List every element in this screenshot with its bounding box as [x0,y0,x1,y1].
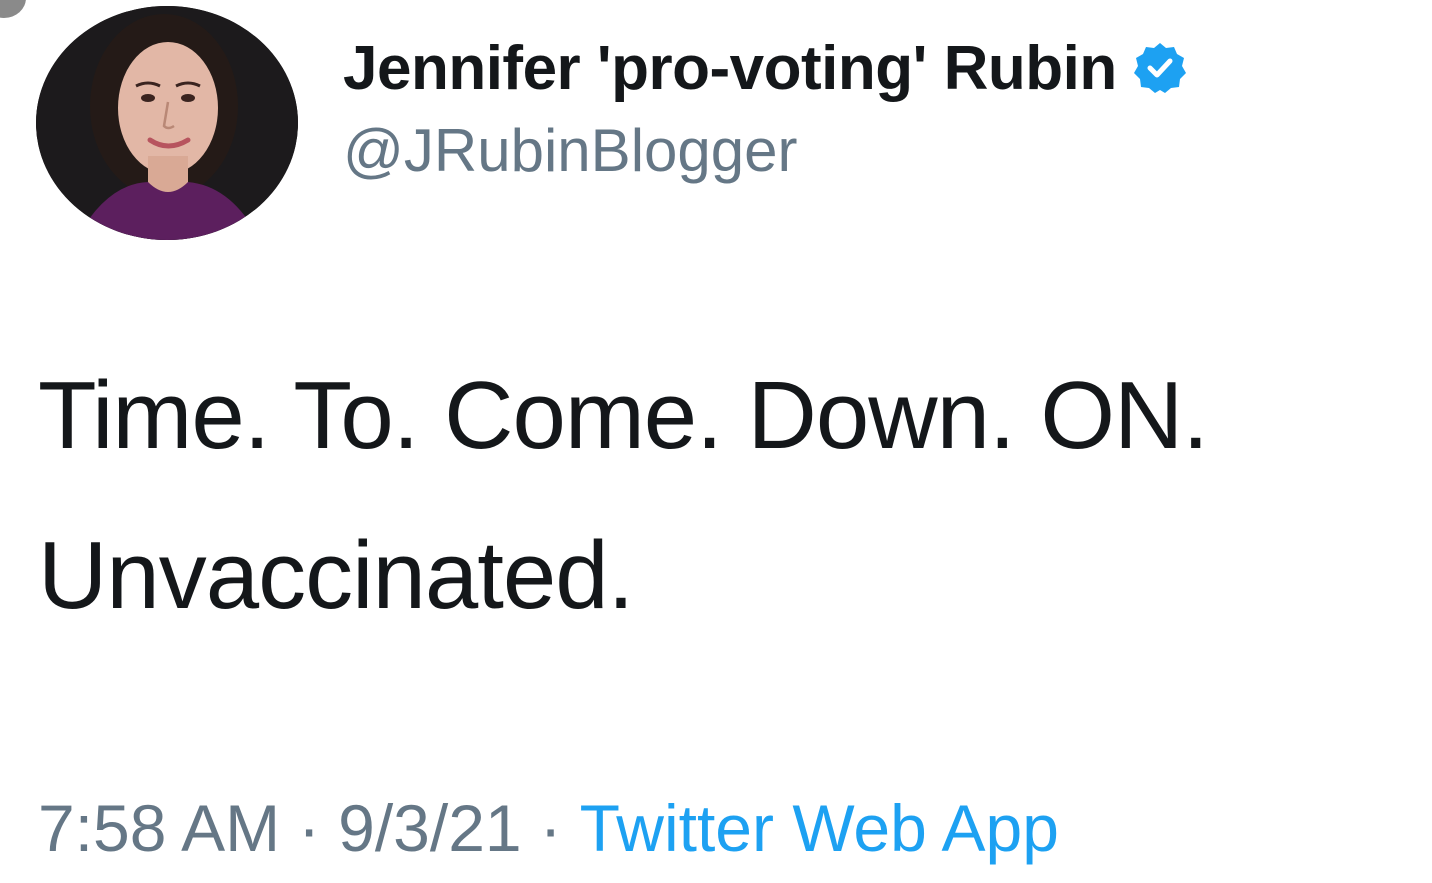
tweet-time[interactable]: 7:58 AM [38,790,280,866]
tweet-author: Jennifer 'pro-voting' Rubin @JRubinBlogg… [343,28,1187,185]
meta-separator: · [539,791,562,865]
avatar[interactable] [36,6,298,240]
tweet-source-link[interactable]: Twitter Web App [580,790,1059,866]
author-display-name[interactable]: Jennifer 'pro-voting' Rubin [343,33,1117,104]
author-handle[interactable]: @JRubinBlogger [343,116,1187,185]
tweet-text-line: Time. To. Come. Down. ON. [38,362,1209,469]
tweet-meta: 7:58 AM · 9/3/21 · Twitter Web App [38,790,1059,866]
tweet-text-line: Unvaccinated. [38,522,634,629]
meta-separator: · [298,791,321,865]
tweet-body: Time. To. Come. Down. ON. Unvaccinated. [38,368,1418,688]
tweet-card: Jennifer 'pro-voting' Rubin @JRubinBlogg… [0,0,1432,883]
profile-photo-icon [36,6,298,240]
tweet-date[interactable]: 9/3/21 [338,790,522,866]
verified-badge-icon [1133,41,1187,95]
author-name-row: Jennifer 'pro-voting' Rubin [343,28,1187,108]
